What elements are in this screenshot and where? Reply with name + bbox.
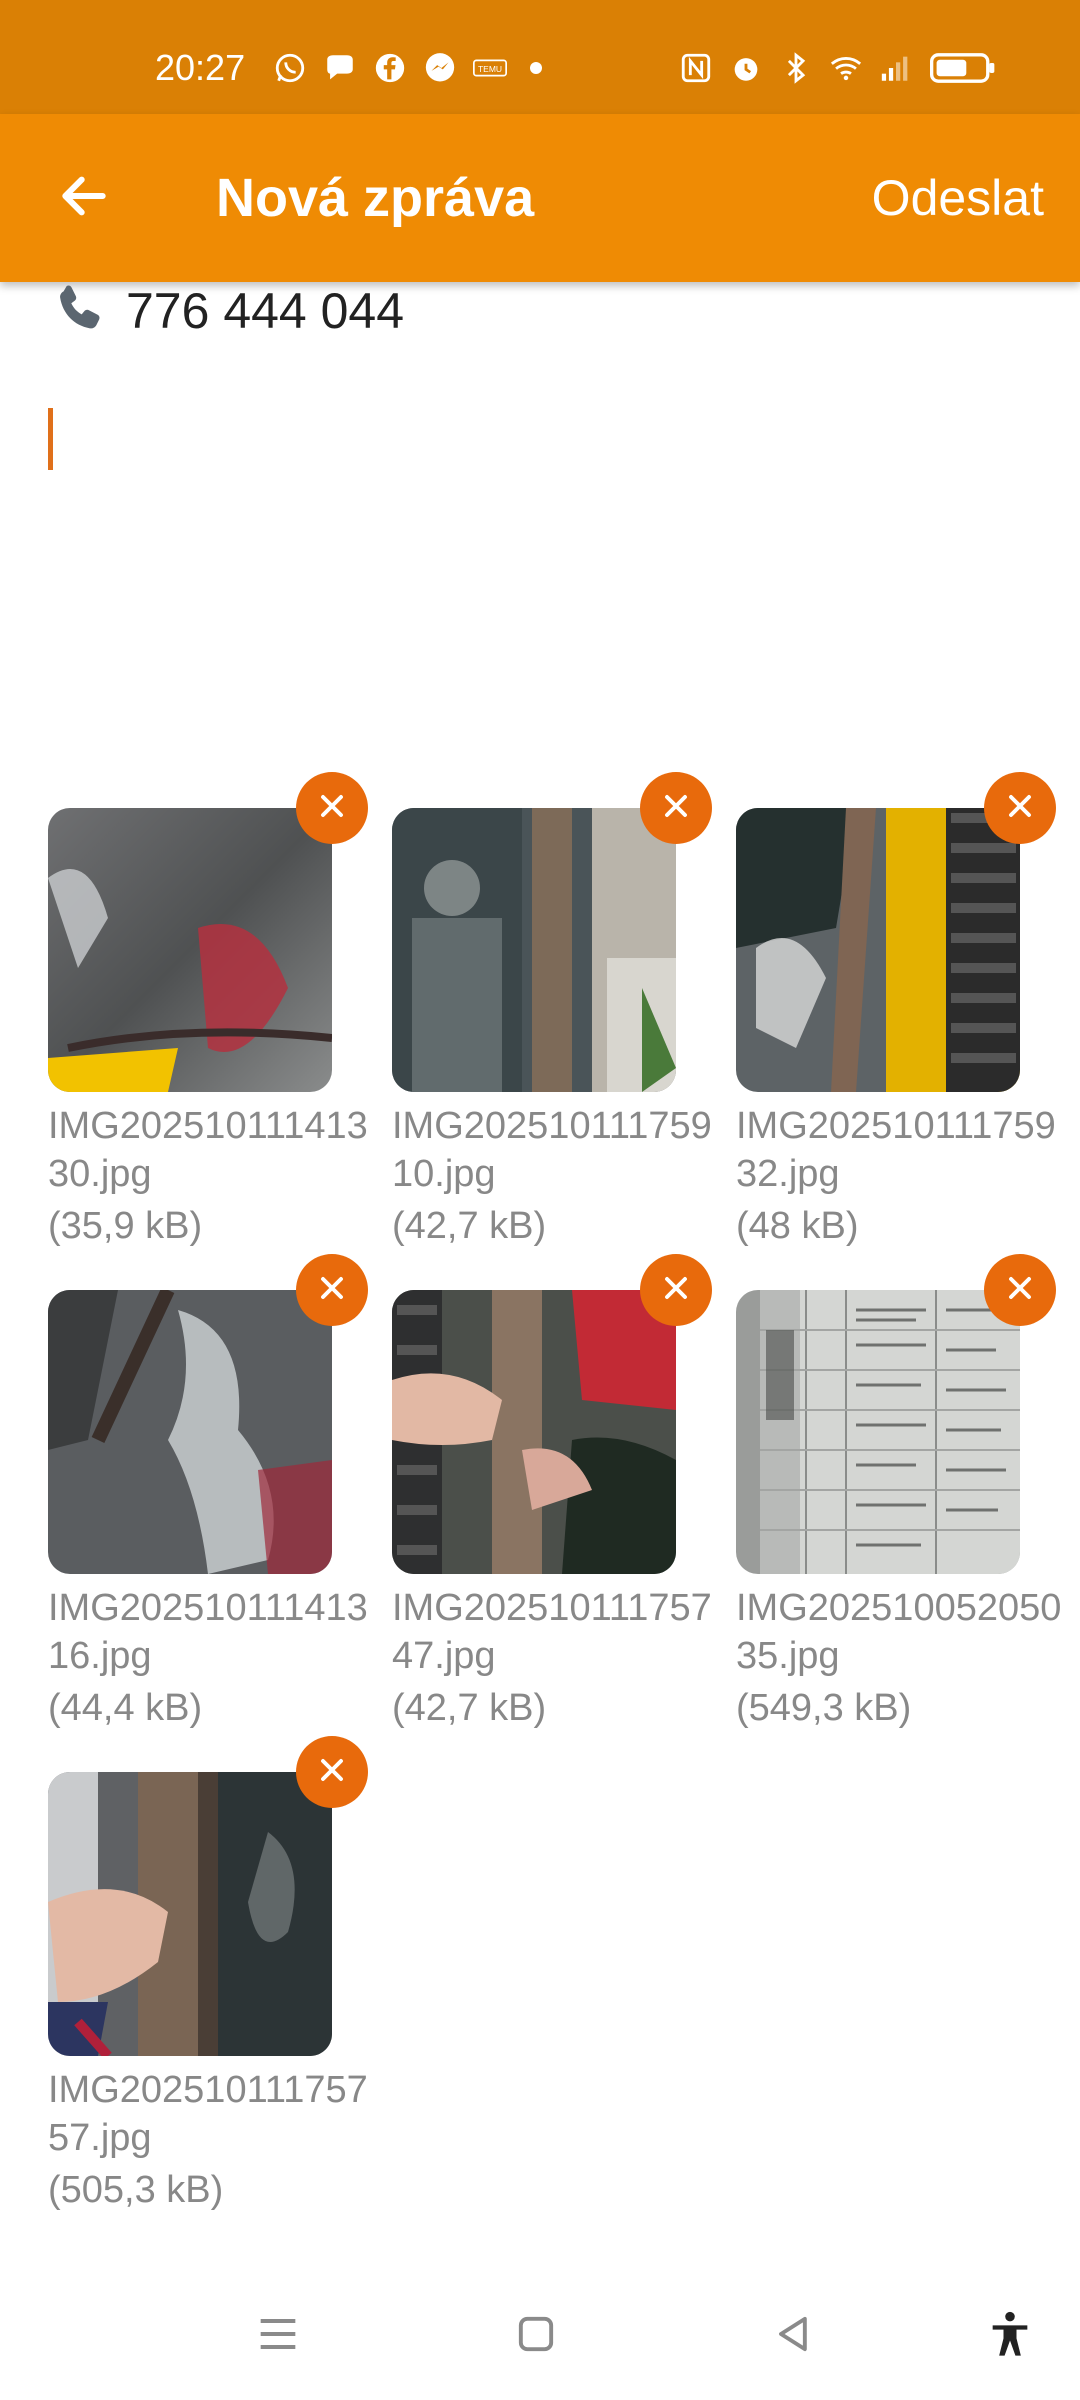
app-bar: Nová zpráva Odeslat [0, 114, 1080, 282]
recipient-field[interactable]: 776 444 044 [48, 282, 404, 340]
system-icons [678, 50, 998, 86]
menu-icon [252, 2308, 304, 2365]
battery-icon [928, 50, 998, 86]
attachment-size: (42,7 kB) [392, 1205, 547, 1247]
status-bar: 20:27 TEMU [0, 0, 1080, 114]
chat-bubble-icon [322, 50, 358, 86]
messenger-icon [422, 50, 458, 86]
close-icon [314, 1752, 350, 1793]
facebook-icon [372, 50, 408, 86]
remove-attachment-button[interactable] [296, 1736, 368, 1808]
attachment-size: (42,7 kB) [392, 1687, 547, 1729]
alarm-icon [728, 50, 764, 86]
close-icon [314, 1270, 350, 1311]
attachment-filename: IMG20251005205035.jpg [736, 1587, 1062, 1677]
attachment-filename: IMG20251011175932.jpg [736, 1105, 1056, 1195]
recipient-number: 776 444 044 [126, 283, 405, 339]
remove-attachment-button[interactable] [984, 772, 1056, 844]
phone-icon [48, 280, 112, 343]
more-notifications-dot [530, 62, 542, 74]
navigation-bar [0, 2270, 1080, 2400]
home-icon [510, 2308, 562, 2365]
recent-apps-button[interactable] [248, 2306, 308, 2366]
attachment-thumbnail[interactable] [392, 808, 676, 1092]
status-time: 20:27 [155, 47, 246, 88]
remove-attachment-button[interactable] [984, 1254, 1056, 1326]
remove-attachment-button[interactable] [296, 772, 368, 844]
arrow-left-icon [56, 168, 112, 229]
back-button[interactable] [36, 158, 132, 238]
attachment-thumbnail[interactable] [48, 808, 332, 1092]
attachment-filename: IMG20251011175757.jpg [48, 2069, 368, 2159]
close-icon [1002, 788, 1038, 829]
attachment-size: (505,3 kB) [48, 2169, 224, 2211]
remove-attachment-button[interactable] [640, 1254, 712, 1326]
attachment-thumbnail[interactable] [48, 1290, 332, 1574]
attachment-size: (48 kB) [736, 1205, 859, 1247]
text-cursor [48, 408, 53, 470]
accessibility-button[interactable] [980, 2306, 1040, 2366]
attachment-thumbnail[interactable] [736, 1290, 1020, 1574]
message-input[interactable] [48, 400, 1028, 700]
nfc-icon [678, 50, 714, 86]
wifi-icon [828, 50, 864, 86]
close-icon [1002, 1270, 1038, 1311]
home-button[interactable] [506, 2306, 566, 2366]
page-title: Nová zpráva [216, 168, 535, 228]
attachment-thumbnail[interactable] [392, 1290, 676, 1574]
accessibility-icon [984, 2308, 1036, 2365]
attachment-thumbnail[interactable] [48, 1772, 332, 2056]
remove-attachment-button[interactable] [296, 1254, 368, 1326]
svg-text:TEMU: TEMU [478, 64, 502, 74]
attachment-size: (35,9 kB) [48, 1205, 203, 1247]
notification-icons: TEMU [272, 50, 542, 86]
system-back-button[interactable] [764, 2306, 824, 2366]
send-button[interactable]: Odeslat [872, 166, 1044, 230]
attachment-filename: IMG20251011141330.jpg [48, 1105, 368, 1195]
attachment-filename: IMG20251011141316.jpg [48, 1587, 368, 1677]
close-icon [658, 1270, 694, 1311]
attachment-thumbnail[interactable] [736, 808, 1020, 1092]
signal-icon [878, 50, 914, 86]
close-icon [658, 788, 694, 829]
remove-attachment-button[interactable] [640, 772, 712, 844]
temu-icon: TEMU [472, 50, 508, 86]
bluetooth-icon [778, 50, 814, 86]
back-icon [768, 2308, 820, 2365]
attachment-size: (549,3 kB) [736, 1687, 912, 1729]
attachment-filename: IMG20251011175910.jpg [392, 1105, 712, 1195]
close-icon [314, 788, 350, 829]
attachment-filename: IMG20251011175747.jpg [392, 1587, 712, 1677]
attachment-size: (44,4 kB) [48, 1687, 203, 1729]
whatsapp-icon [272, 50, 308, 86]
